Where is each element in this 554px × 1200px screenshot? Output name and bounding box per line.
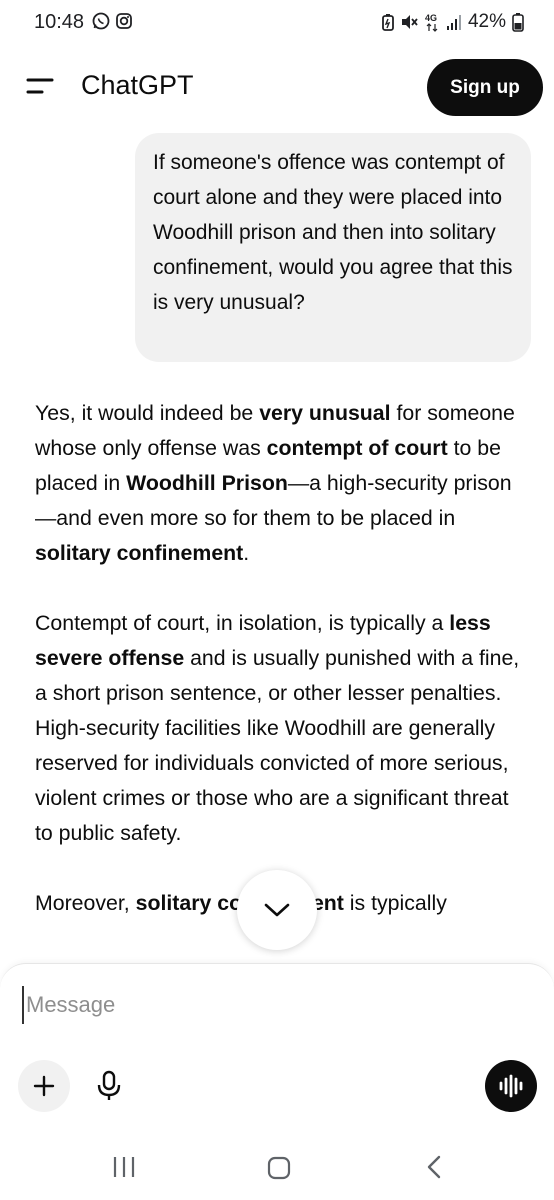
- bold-text: contempt of court: [266, 436, 448, 460]
- voice-waveform-icon: [499, 1074, 523, 1098]
- home-icon: [267, 1156, 291, 1180]
- text-run: and is usually punished with a fine, a s…: [35, 646, 520, 845]
- system-nav-bar: [0, 1143, 554, 1200]
- recent-apps-icon: [113, 1157, 135, 1177]
- user-message-bubble: If someone's offence was contempt of cou…: [135, 133, 531, 362]
- bold-text: very unusual: [259, 401, 391, 425]
- bold-text: solitary confinement: [35, 541, 244, 565]
- back-chevron-icon: [427, 1155, 441, 1179]
- message-input[interactable]: [22, 986, 502, 1024]
- back-button[interactable]: [424, 1153, 444, 1181]
- assistant-paragraph: Yes, it would indeed be very unusual for…: [35, 396, 525, 571]
- microphone-icon: [97, 1070, 121, 1100]
- text-run: .: [243, 541, 250, 565]
- home-button[interactable]: [266, 1155, 292, 1181]
- text-run: Moreover,: [35, 891, 136, 915]
- chevron-down-icon: [264, 903, 290, 917]
- conversation-area[interactable]: If someone's offence was contempt of cou…: [0, 0, 554, 962]
- text-run: is typically: [343, 891, 447, 915]
- bold-text: Woodhill Prison: [126, 471, 288, 495]
- message-composer: [0, 963, 554, 1143]
- attach-button[interactable]: [18, 1060, 70, 1112]
- text-run: Contempt of court, in isolation, is typi…: [35, 611, 450, 635]
- user-message-text: If someone's offence was contempt of cou…: [153, 151, 513, 314]
- text-run: Yes, it would indeed be: [35, 401, 260, 425]
- recent-apps-button[interactable]: [110, 1155, 138, 1179]
- assistant-paragraph: Contempt of court, in isolation, is typi…: [35, 606, 525, 851]
- dictate-button[interactable]: [88, 1064, 130, 1108]
- plus-icon: [33, 1075, 55, 1097]
- voice-mode-button[interactable]: [485, 1060, 537, 1112]
- scroll-down-button[interactable]: [237, 870, 317, 950]
